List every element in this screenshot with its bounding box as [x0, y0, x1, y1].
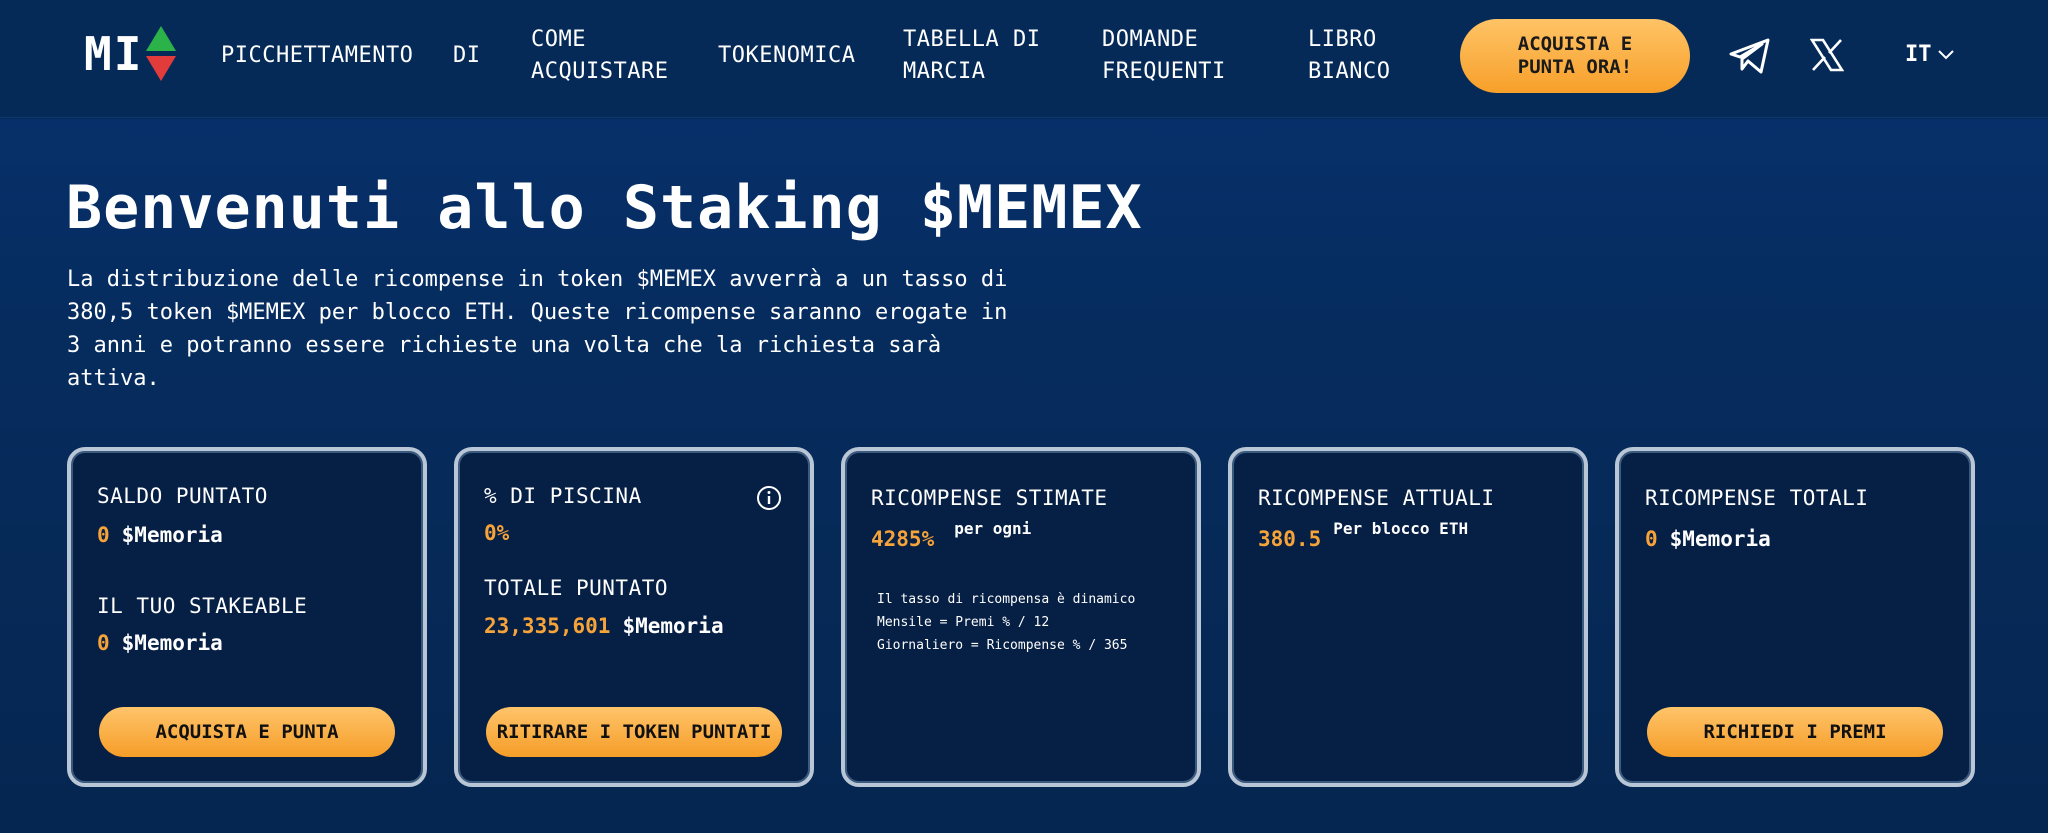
- total-staked-label: TOTALE PUNTATO: [484, 576, 669, 600]
- total-staked-unit: $Memoria: [622, 614, 724, 638]
- pool-share-value: 0%: [484, 521, 510, 545]
- top-navigation: MI PICCHETTAMENTO DI COME ACQUISTARE TOK…: [0, 0, 2048, 118]
- estimated-rewards-value: 4285%: [871, 527, 935, 551]
- reward-rate-note-line-1: Il tasso di ricompensa è dinamico: [877, 592, 1136, 607]
- current-rewards-value-row: 380.5 Per blocco ETH: [1258, 519, 1468, 551]
- total-rewards-value-row: 0 $Memoria: [1645, 527, 1771, 551]
- nav-item-domande-frequenti[interactable]: DOMANDE FREQUENTI: [1102, 24, 1252, 88]
- current-rewards-value: 380.5: [1258, 527, 1322, 551]
- current-rewards-label: RICOMPENSE ATTUALI: [1258, 486, 1495, 510]
- info-icon[interactable]: [756, 485, 782, 511]
- nav-item-libro-bianco[interactable]: LIBRO BIANCO: [1308, 24, 1408, 88]
- pool-share-label: % DI PISCINA: [484, 484, 642, 508]
- reward-rate-note-line-2: Mensile = Premi % / 12: [877, 615, 1050, 630]
- buy-and-stake-button[interactable]: ACQUISTA E PUNTA: [99, 707, 395, 757]
- staked-balance-label: SALDO PUNTATO: [97, 484, 268, 508]
- stakeable-unit: $Memoria: [121, 631, 223, 655]
- telegram-icon[interactable]: [1728, 37, 1772, 75]
- total-rewards-unit: $Memoria: [1669, 527, 1771, 551]
- current-rewards-card: RICOMPENSE ATTUALI 380.5 Per blocco ETH: [1228, 447, 1588, 787]
- buy-and-stake-now-label: ACQUISTA E PUNTA ORA!: [1517, 33, 1633, 78]
- staked-balance-value: 0: [97, 523, 110, 547]
- stakeable-value: 0: [97, 631, 110, 655]
- estimated-rewards-value-row: 4285% per ogni: [871, 519, 1031, 551]
- pool-share-card: % DI PISCINA 0% TOTALE PUNTATO 23,335,60…: [454, 447, 814, 787]
- total-rewards-card: RICOMPENSE TOTALI 0 $Memoria RICHIEDI I …: [1615, 447, 1975, 787]
- estimated-rewards-suffix: per ogni: [954, 519, 1032, 538]
- staked-balance-value-row: 0 $Memoria: [97, 523, 223, 547]
- reward-rate-note: Il tasso di ricompensa è dinamico Mensil…: [877, 588, 1135, 657]
- x-icon[interactable]: [1810, 38, 1844, 72]
- language-label: IT: [1905, 42, 1932, 67]
- current-rewards-suffix: Per blocco ETH: [1333, 519, 1469, 538]
- buy-and-stake-now-button[interactable]: ACQUISTA E PUNTA ORA!: [1460, 19, 1690, 93]
- withdraw-staked-tokens-button[interactable]: RITIRARE I TOKEN PUNTATI: [486, 707, 782, 757]
- intro-text: La distribuzione delle ricompense in tok…: [67, 267, 1008, 391]
- claim-rewards-button[interactable]: RICHIEDI I PREMI: [1647, 707, 1943, 757]
- nav-item-tokenomica[interactable]: TOKENOMICA: [718, 40, 855, 72]
- total-staked-value-row: 23,335,601 $Memoria: [484, 614, 724, 638]
- stakeable-label: IL TUO STAKEABLE: [97, 594, 308, 618]
- logo-arrows-icon: [146, 26, 176, 81]
- estimated-rewards-card: RICOMPENSE STIMATE 4285% per ogni Il tas…: [841, 447, 1201, 787]
- staked-balance-card: SALDO PUNTATO 0 $Memoria IL TUO STAKEABL…: [67, 447, 427, 787]
- nav-item-di[interactable]: DI: [453, 40, 481, 72]
- total-rewards-value: 0: [1645, 527, 1658, 551]
- reward-rate-note-line-3: Giornaliero = Ricompense % / 365: [877, 638, 1128, 653]
- chevron-down-icon: [1937, 49, 1954, 59]
- page-title: Benvenuti allo Staking $MEMEX: [66, 173, 1143, 243]
- nav-item-tabella-di-marcia[interactable]: TABELLA DI MARCIA: [903, 24, 1063, 88]
- pool-share-value-row: 0%: [484, 521, 509, 545]
- logo[interactable]: MI: [84, 26, 184, 82]
- stakeable-value-row: 0 $Memoria: [97, 631, 223, 655]
- language-selector[interactable]: IT: [1905, 42, 1954, 67]
- estimated-rewards-label: RICOMPENSE STIMATE: [871, 486, 1108, 510]
- staked-balance-unit: $Memoria: [121, 523, 223, 547]
- nav-item-picchettamento[interactable]: PICCHETTAMENTO: [221, 40, 413, 72]
- total-staked-value: 23,335,601: [484, 614, 611, 638]
- logo-text: MI: [84, 27, 144, 81]
- total-rewards-label: RICOMPENSE TOTALI: [1645, 486, 1869, 510]
- nav-item-come-acquistare[interactable]: COME ACQUISTARE: [531, 24, 671, 88]
